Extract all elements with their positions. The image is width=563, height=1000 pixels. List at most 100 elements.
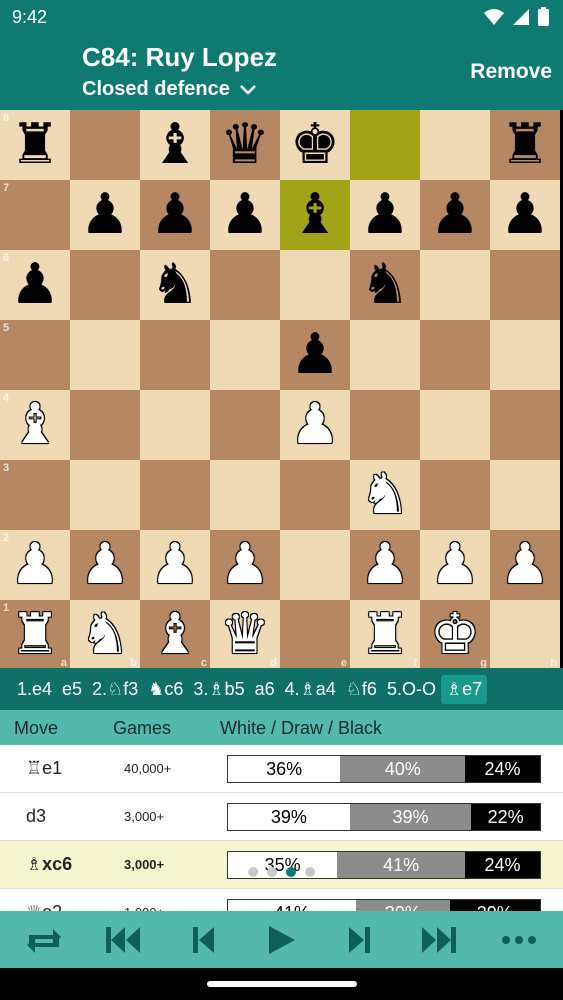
square-b4[interactable]: [70, 390, 140, 460]
black-bishop-c8[interactable]: ♝: [140, 110, 210, 180]
black-pawn-c7[interactable]: ♟: [140, 180, 210, 250]
bottom-toolbar: [0, 911, 563, 968]
next-move-icon[interactable]: [340, 921, 380, 959]
white-bishop-c1[interactable]: ♝: [140, 600, 210, 670]
white-knight-f3[interactable]: ♞: [350, 460, 420, 530]
opening-title: C84: Ruy Lopez: [82, 42, 278, 72]
white-knight-b1[interactable]: ♞: [70, 600, 140, 670]
move-9[interactable]: 5.O-O: [382, 675, 441, 704]
square-g5[interactable]: [420, 320, 490, 390]
square-a7[interactable]: 7: [0, 180, 70, 250]
square-b3[interactable]: [70, 460, 140, 530]
more-icon[interactable]: [499, 921, 539, 959]
square-b8[interactable]: [70, 110, 140, 180]
page-dot[interactable]: [286, 867, 296, 877]
chevron-down-icon: [239, 84, 256, 95]
black-knight-c6[interactable]: ♞: [140, 250, 210, 320]
first-move-icon[interactable]: [103, 921, 143, 959]
square-f4[interactable]: [350, 390, 420, 460]
play-icon[interactable]: [261, 921, 301, 959]
black-share: 29%: [449, 900, 540, 911]
square-c4[interactable]: [140, 390, 210, 460]
page-dot[interactable]: [305, 867, 315, 877]
white-rook-a1[interactable]: ♜: [0, 600, 70, 670]
square-h4[interactable]: [490, 390, 560, 460]
black-bishop-e7[interactable]: ♝: [280, 180, 350, 250]
white-queen-d1[interactable]: ♛: [210, 600, 280, 670]
move-2[interactable]: e5: [57, 675, 87, 704]
square-e6[interactable]: [280, 250, 350, 320]
square-e2[interactable]: [280, 530, 350, 600]
square-f5[interactable]: [350, 320, 420, 390]
square-d3[interactable]: [210, 460, 280, 530]
remove-button[interactable]: Remove: [470, 60, 552, 84]
square-d5[interactable]: [210, 320, 280, 390]
black-pawn-b7[interactable]: ♟: [70, 180, 140, 250]
white-king-g1[interactable]: ♚: [420, 600, 490, 670]
square-c5[interactable]: [140, 320, 210, 390]
square-h5[interactable]: [490, 320, 560, 390]
white-pawn-c2[interactable]: ♟: [140, 530, 210, 600]
page-dot[interactable]: [267, 867, 277, 877]
table-row[interactable]: ♗xc6 3,000+ 35% 41% 24%: [0, 841, 563, 889]
white-rook-f1[interactable]: ♜: [350, 600, 420, 670]
black-pawn-h7[interactable]: ♟: [490, 180, 560, 250]
flip-board-icon[interactable]: [24, 921, 64, 959]
table-row[interactable]: ♕e21,000+41%30%29%: [0, 889, 563, 911]
move-5[interactable]: 3.♗b5: [188, 675, 249, 704]
square-g3[interactable]: [420, 460, 490, 530]
move-10[interactable]: ♗e7: [440, 674, 488, 704]
white-pawn-d2[interactable]: ♟: [210, 530, 280, 600]
table-row[interactable]: ♖e1 40,000+ 36% 40% 24%: [0, 745, 563, 793]
move-3[interactable]: 2.♘f3: [87, 675, 143, 704]
square-a3[interactable]: 3: [0, 460, 70, 530]
black-queen-d8[interactable]: ♛: [210, 110, 280, 180]
square-h1[interactable]: h: [490, 600, 560, 670]
white-bishop-a4[interactable]: ♝: [0, 390, 70, 460]
square-b6[interactable]: [70, 250, 140, 320]
square-b5[interactable]: [70, 320, 140, 390]
results-column-header: White / Draw / Black: [220, 718, 383, 738]
black-pawn-f7[interactable]: ♟: [350, 180, 420, 250]
square-f8[interactable]: [350, 110, 420, 180]
white-pawn-f2[interactable]: ♟: [350, 530, 420, 600]
page-dot[interactable]: [248, 867, 258, 877]
home-handle[interactable]: [207, 981, 357, 987]
move-6[interactable]: a6: [250, 675, 280, 704]
black-rook-a8[interactable]: ♜: [0, 110, 70, 180]
square-d6[interactable]: [210, 250, 280, 320]
black-knight-f6[interactable]: ♞: [350, 250, 420, 320]
black-pawn-g7[interactable]: ♟: [420, 180, 490, 250]
square-c3[interactable]: [140, 460, 210, 530]
white-pawn-a2[interactable]: ♟: [0, 530, 70, 600]
white-pawn-b2[interactable]: ♟: [70, 530, 140, 600]
white-pawn-h2[interactable]: ♟: [490, 530, 560, 600]
square-e3[interactable]: [280, 460, 350, 530]
square-g4[interactable]: [420, 390, 490, 460]
move-4[interactable]: ♞c6: [143, 675, 188, 704]
square-a5[interactable]: 5: [0, 320, 70, 390]
previous-move-icon[interactable]: [183, 921, 223, 959]
move-8[interactable]: ♘f6: [341, 675, 382, 704]
rank-label: 5: [3, 322, 10, 334]
last-move-icon[interactable]: [419, 921, 459, 959]
variation-selector[interactable]: Closed defence: [82, 78, 256, 101]
table-row[interactable]: d3 3,000+ 39% 39% 22%: [0, 793, 563, 841]
chess-board[interactable]: 8 7 6 5 4 3 2 1 a b c d e f g h ♜ ♝ ♛ ♚ ♜ ♟ ♟ ♟ ♝ ♟ ♟ ♟ ♟ ♞ ♞ ♟ ♝ ♟ ♞ ♟ ♟ ♟ ♟ ♟…: [0, 110, 563, 670]
white-pawn-e4[interactable]: ♟: [280, 390, 350, 460]
black-king-e8[interactable]: ♚: [280, 110, 350, 180]
black-pawn-d7[interactable]: ♟: [210, 180, 280, 250]
square-d4[interactable]: [210, 390, 280, 460]
square-h3[interactable]: [490, 460, 560, 530]
move-7[interactable]: 4.♗a4: [280, 675, 341, 704]
white-pawn-g2[interactable]: ♟: [420, 530, 490, 600]
black-pawn-a6[interactable]: ♟: [0, 250, 70, 320]
black-pawn-e5[interactable]: ♟: [280, 320, 350, 390]
results-bar: 41%30%29%: [227, 899, 541, 911]
square-g6[interactable]: [420, 250, 490, 320]
move-1[interactable]: 1.e4: [12, 675, 57, 704]
square-e1[interactable]: e: [280, 600, 350, 670]
square-g8[interactable]: [420, 110, 490, 180]
black-rook-h8[interactable]: ♜: [490, 110, 560, 180]
square-h6[interactable]: [490, 250, 560, 320]
